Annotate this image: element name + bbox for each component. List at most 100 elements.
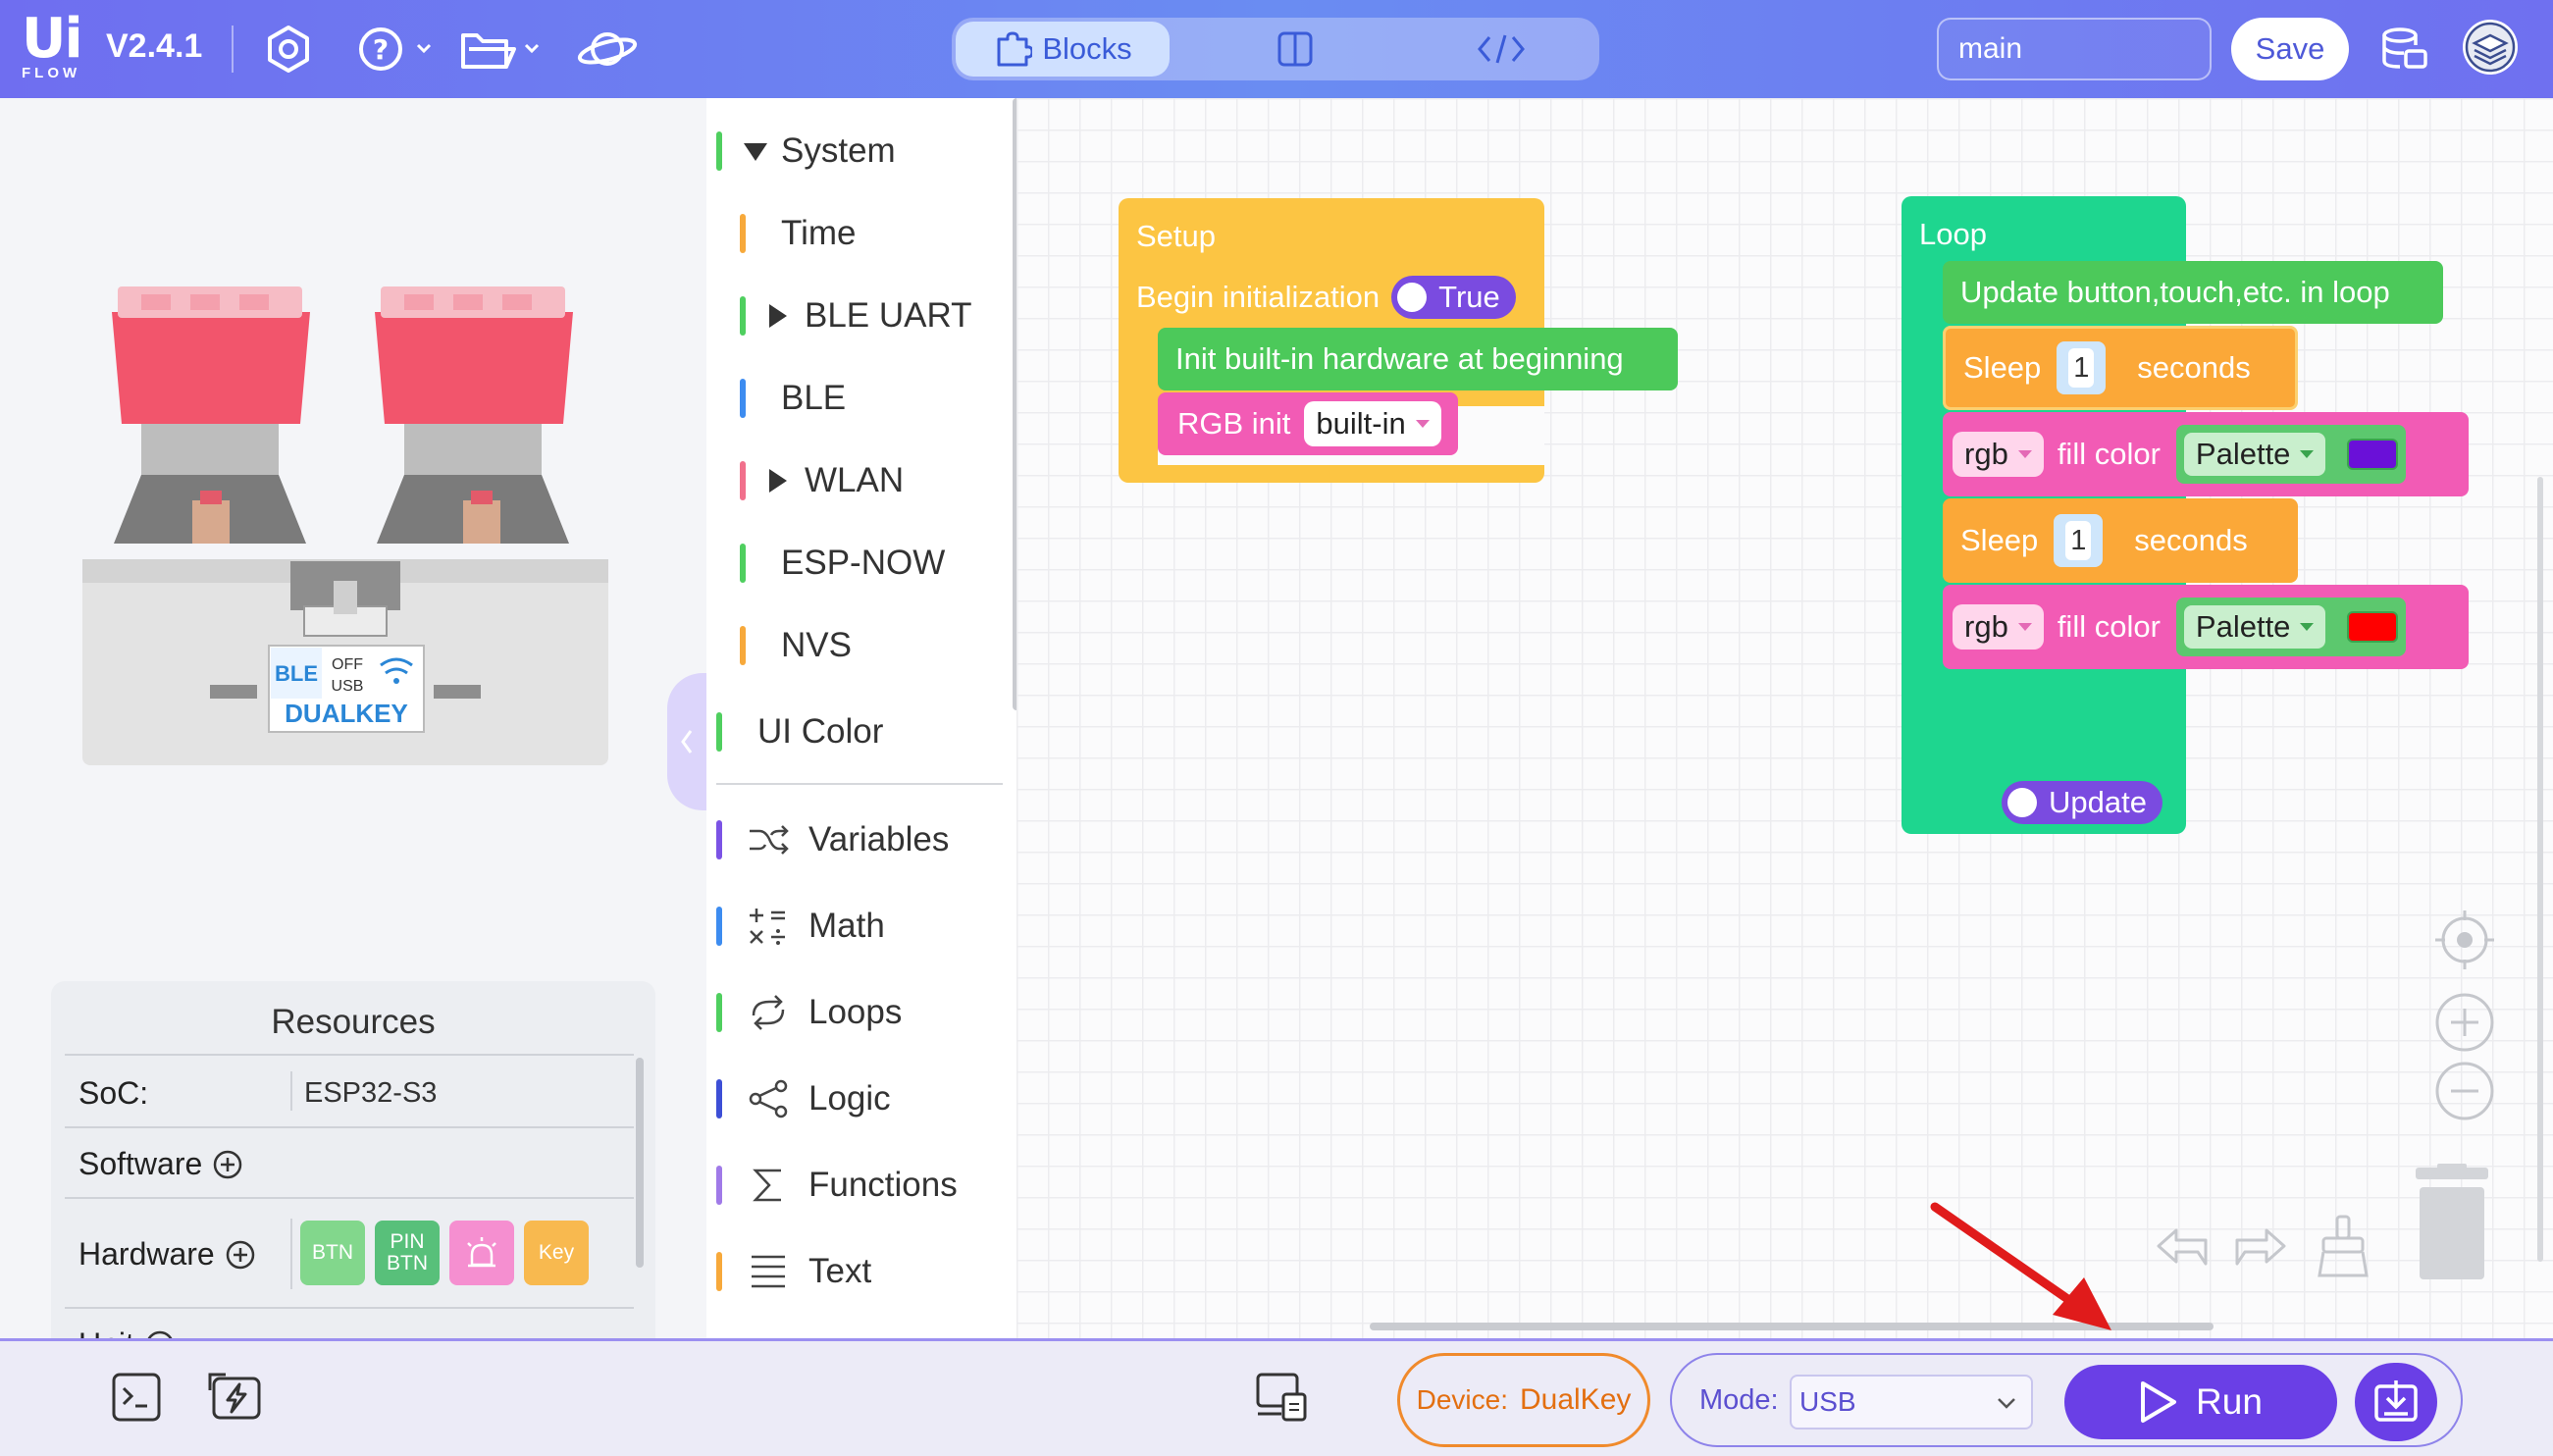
rgb-init-dropdown[interactable]: built-in xyxy=(1304,401,1441,446)
device-label-name: DUALKEY xyxy=(285,699,408,728)
mode-select[interactable]: USB xyxy=(1790,1375,2033,1430)
zoom-out-icon[interactable] xyxy=(2433,1060,2496,1122)
rgb-init-block[interactable]: RGB init built-in xyxy=(1158,392,1458,455)
triangle-right-icon xyxy=(769,469,787,493)
hw-key-badge[interactable]: Key xyxy=(524,1221,589,1285)
category-text[interactable]: Text xyxy=(706,1242,1011,1301)
folder-icon[interactable] xyxy=(459,22,547,77)
loop-update-toggle[interactable]: Update xyxy=(2002,781,2162,824)
loop-icon xyxy=(752,995,785,1030)
zoom-in-icon[interactable] xyxy=(2433,991,2496,1054)
fill-1-color-swatch[interactable] xyxy=(2347,439,2399,470)
sigma-icon xyxy=(753,1169,781,1202)
play-icon xyxy=(2141,1381,2177,1423)
user-avatar[interactable] xyxy=(2461,20,2520,75)
fill-2-palette[interactable]: Palette xyxy=(2175,598,2407,656)
fill-1-target-dropdown[interactable]: rgb xyxy=(1953,432,2044,477)
begin-init-toggle[interactable]: True xyxy=(1391,276,1516,319)
fill-1-palette-dropdown[interactable]: Palette xyxy=(2183,433,2326,476)
category-functions[interactable]: Functions xyxy=(706,1156,1011,1215)
shuffle-icon xyxy=(750,825,789,855)
fill-1-palette[interactable]: Palette xyxy=(2175,425,2407,484)
begin-init-label: Begin initialization xyxy=(1136,280,1381,314)
device-label-usb: USB xyxy=(332,678,364,695)
setup-title: Setup xyxy=(1136,219,1217,253)
software-row: Software xyxy=(65,1126,634,1197)
setup-block[interactable]: Setup Begin initialization True Init bui… xyxy=(1119,198,1678,483)
fill-color-block-1[interactable]: rgb fill color Palette xyxy=(1943,412,2469,496)
settings-hex-icon[interactable] xyxy=(263,22,314,77)
save-button[interactable]: Save xyxy=(2231,18,2349,80)
arrow-annotation-icon xyxy=(1930,1202,2111,1330)
run-button[interactable]: Run xyxy=(2064,1365,2337,1439)
clean-up-brush-icon[interactable] xyxy=(2312,1213,2374,1279)
category-divider xyxy=(716,783,1003,785)
category-time[interactable]: Time xyxy=(706,204,1011,263)
planet-icon[interactable] xyxy=(575,22,640,77)
terminal-icon[interactable] xyxy=(110,1371,163,1424)
math-icon xyxy=(750,909,785,945)
sleep-block-2[interactable]: Sleep 1 seconds xyxy=(1943,498,2298,583)
divider xyxy=(232,26,234,73)
category-loops[interactable]: Loops xyxy=(706,983,1011,1042)
tab-blocks[interactable]: Blocks xyxy=(956,22,1170,77)
category-math[interactable]: Math xyxy=(706,897,1011,956)
mode-label: Mode: xyxy=(1699,1384,1779,1416)
blocks-workspace[interactable]: Setup Begin initialization True Init bui… xyxy=(1016,98,2553,1338)
category-ble[interactable]: BLE xyxy=(706,369,1011,428)
category-system[interactable]: System xyxy=(706,122,1011,181)
text-lines-icon xyxy=(752,1255,785,1288)
tab-split[interactable] xyxy=(1197,22,1393,77)
code-icon xyxy=(1478,34,1525,64)
block-category-panel: System Time BLE UART BLE WLAN ESP-NOW NV… xyxy=(706,98,1020,1338)
fill-2-target-dropdown[interactable]: rgb xyxy=(1953,604,2044,650)
sleep-block-1[interactable]: Sleep 1 seconds xyxy=(1943,326,2298,410)
hardware-row: Hardware BTN PIN BTN Key xyxy=(65,1197,634,1307)
help-icon[interactable]: ? xyxy=(357,22,436,77)
cloud-db-icon[interactable] xyxy=(2378,22,2429,77)
fill-2-color-swatch[interactable] xyxy=(2347,611,2399,643)
download-button[interactable] xyxy=(2355,1363,2437,1441)
sleep-2-value-input[interactable]: 1 xyxy=(2054,514,2104,567)
resources-title: Resources xyxy=(271,1003,436,1041)
sleep-1-value-input[interactable]: 1 xyxy=(2057,341,2107,394)
fill-2-palette-dropdown[interactable]: Palette xyxy=(2183,605,2326,649)
project-name-input[interactable]: main xyxy=(1937,18,2212,80)
category-wlan[interactable]: WLAN xyxy=(706,451,1011,510)
category-variables[interactable]: Variables xyxy=(706,810,1011,869)
device-preview-image: BLE OFF USB DUALKEY xyxy=(82,277,608,765)
flash-firmware-icon[interactable] xyxy=(206,1371,265,1424)
loop-block[interactable]: Loop Update button,touch,etc. in loop Sl… xyxy=(1902,196,2500,834)
add-software-icon[interactable] xyxy=(212,1149,243,1180)
tab-code[interactable] xyxy=(1403,22,1599,77)
update-button-block[interactable]: Update button,touch,etc. in loop xyxy=(1943,261,2443,324)
undo-icon[interactable] xyxy=(2151,1217,2214,1279)
fill-color-block-2[interactable]: rgb fill color Palette xyxy=(1943,585,2469,669)
collapse-panel-handle[interactable] xyxy=(667,673,706,810)
category-logic[interactable]: Logic xyxy=(706,1069,1011,1128)
category-ble-uart[interactable]: BLE UART xyxy=(706,286,1011,345)
logic-icon xyxy=(749,1079,788,1118)
category-nvs[interactable]: NVS xyxy=(706,616,1011,675)
top-bar: Ui FLOW V2.4.1 ? Blocks main Save xyxy=(0,0,2553,98)
workspace-vertical-scrollbar[interactable] xyxy=(2537,477,2543,1262)
redo-icon[interactable] xyxy=(2229,1217,2292,1279)
hw-btn-badge[interactable]: BTN xyxy=(300,1221,365,1285)
svg-text:?: ? xyxy=(373,33,389,66)
category-esp-now[interactable]: ESP-NOW xyxy=(706,534,1011,593)
init-hardware-block[interactable]: Init built-in hardware at beginning xyxy=(1158,328,1678,390)
download-to-device-icon xyxy=(2374,1380,2418,1422)
recenter-icon[interactable] xyxy=(2433,909,2496,971)
category-ui-color[interactable]: UI Color xyxy=(706,702,1011,761)
device-screen-icon[interactable] xyxy=(1254,1371,1309,1424)
device-label-off: OFF xyxy=(332,656,363,673)
resources-scrollbar[interactable] xyxy=(636,1058,644,1268)
loop-title: Loop xyxy=(1919,217,1987,251)
add-hardware-icon[interactable] xyxy=(225,1239,256,1271)
trash-icon[interactable] xyxy=(2408,1164,2496,1281)
device-select-button[interactable]: Device: DualKey xyxy=(1397,1353,1650,1447)
hw-pin-btn-badge[interactable]: PIN BTN xyxy=(375,1221,440,1285)
hw-rgb-badge[interactable] xyxy=(449,1221,514,1285)
split-view-icon xyxy=(1277,31,1313,67)
soc-row: SoC: ESP32-S3 xyxy=(65,1054,634,1126)
